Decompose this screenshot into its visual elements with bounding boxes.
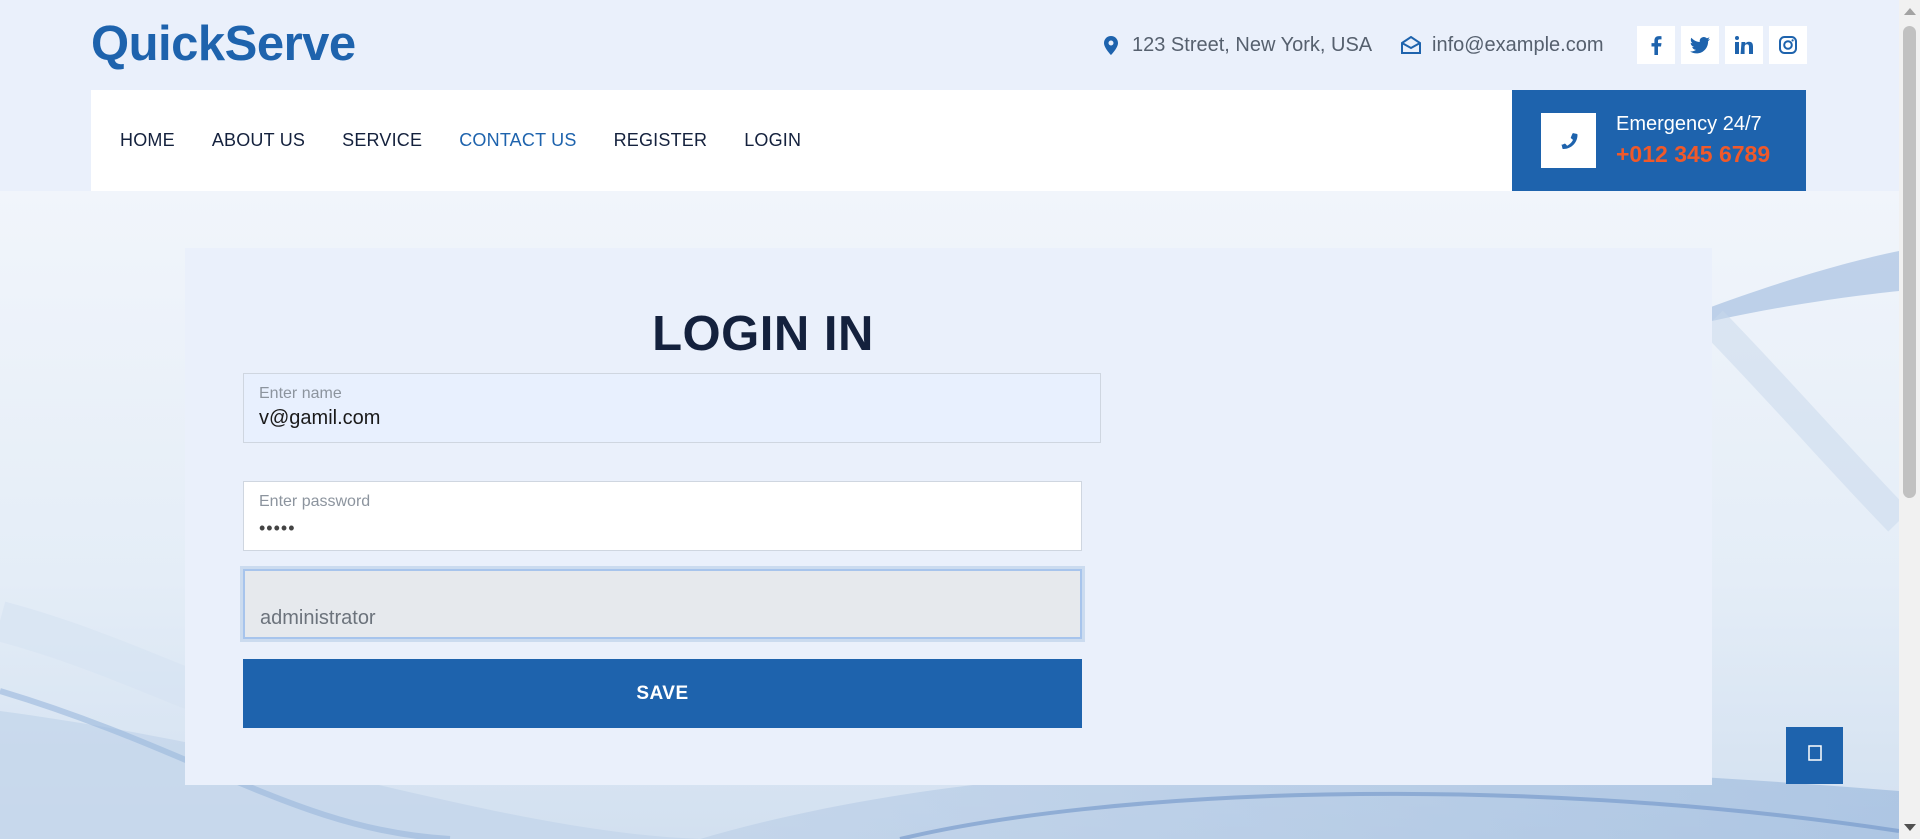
password-field-label: Enter password (259, 493, 371, 510)
save-button[interactable]: SAVE (243, 659, 1082, 728)
role-field[interactable]: administrator (243, 569, 1082, 639)
nav-item-service[interactable]: SERVICE (342, 130, 422, 151)
facebook-icon[interactable] (1637, 26, 1675, 64)
password-field[interactable]: Enter password ••••• (243, 481, 1082, 551)
main-navbar: HOME ABOUT US SERVICE CONTACT US REGISTE… (91, 90, 1806, 191)
email-text[interactable]: info@example.com (1432, 34, 1603, 57)
brand-logo[interactable]: QuickServe (91, 16, 356, 72)
password-field-value[interactable]: ••••• (259, 518, 296, 539)
emergency-phone[interactable]: +012 345 6789 (1616, 141, 1770, 168)
linkedin-icon[interactable] (1725, 26, 1763, 64)
emergency-label: Emergency 24/7 (1616, 113, 1762, 135)
social-links (1637, 26, 1807, 64)
page-scrollbar[interactable] (1899, 0, 1920, 839)
scroll-down-arrow-icon[interactable] (1904, 824, 1916, 831)
page-title: LOGIN IN (652, 307, 874, 361)
phone-icon (1541, 113, 1596, 168)
name-field-value[interactable]: v@gamil.com (259, 407, 380, 430)
name-field-label: Enter name (259, 385, 342, 402)
nav-menu: HOME ABOUT US SERVICE CONTACT US REGISTE… (120, 90, 801, 191)
nav-item-about-us[interactable]: ABOUT US (212, 130, 305, 151)
nav-item-register[interactable]: REGISTER (614, 130, 708, 151)
scroll-up-arrow-icon[interactable] (1904, 8, 1916, 15)
role-field-value[interactable]: administrator (260, 607, 376, 630)
contact-email: info@example.com (1400, 30, 1603, 60)
contact-address: 123 Street, New York, USA (1100, 30, 1372, 60)
envelope-open-icon (1400, 34, 1422, 56)
address-text: 123 Street, New York, USA (1132, 33, 1373, 56)
nav-item-contact-us[interactable]: CONTACT US (459, 130, 576, 151)
login-card: LOGIN IN Enter name v@gamil.com Enter pa… (185, 248, 1712, 785)
twitter-icon[interactable] (1681, 26, 1719, 64)
scrollbar-thumb[interactable] (1903, 26, 1916, 498)
map-marker-icon (1100, 34, 1122, 56)
nav-item-login[interactable]: LOGIN (744, 130, 801, 151)
name-field[interactable]: Enter name v@gamil.com (243, 373, 1101, 443)
emergency-contact[interactable]: Emergency 24/7 +012 345 6789 (1512, 90, 1806, 191)
nav-item-home[interactable]: HOME (120, 130, 175, 151)
instagram-icon[interactable] (1769, 26, 1807, 64)
back-to-top-button[interactable] (1786, 727, 1843, 784)
arrow-up-icon (1807, 745, 1822, 766)
